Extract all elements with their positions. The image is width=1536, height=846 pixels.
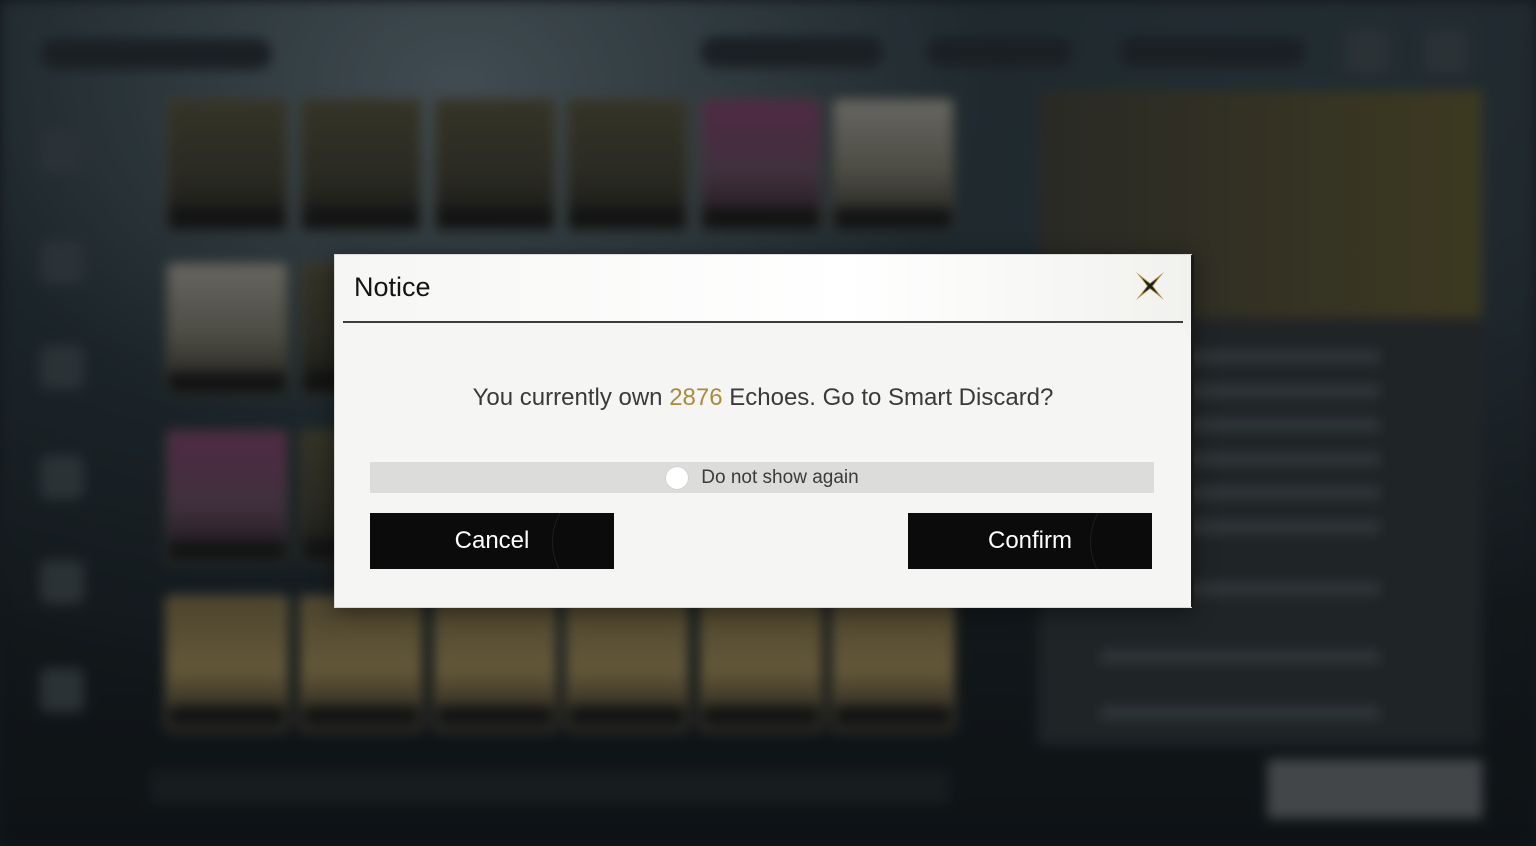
do-not-show-again-toggle[interactable]: Do not show again: [370, 462, 1154, 493]
dialog-header: Notice: [335, 255, 1191, 321]
dialog-body: You currently own 2876 Echoes. Go to Sma…: [335, 323, 1191, 607]
cancel-button[interactable]: Cancel: [370, 513, 614, 569]
button-decoration: [1090, 513, 1152, 569]
do-not-show-again-label: Do not show again: [701, 466, 859, 488]
cancel-label: Cancel: [454, 527, 530, 554]
button-decoration: [552, 513, 614, 569]
message-prefix: You currently own: [472, 384, 670, 411]
echo-count: 2876: [669, 384, 723, 411]
dialog-edge: [1191, 255, 1194, 607]
confirm-button[interactable]: Confirm: [908, 513, 1152, 569]
dialog-message: You currently own 2876 Echoes. Go to Sma…: [335, 384, 1191, 412]
notice-dialog: Notice You currently own 2876 Echoes. Go…: [334, 254, 1194, 608]
radio-button[interactable]: [665, 465, 690, 490]
dialog-title: Notice: [354, 272, 431, 302]
close-icon: [1136, 272, 1164, 300]
confirm-label: Confirm: [987, 527, 1072, 554]
close-button[interactable]: [1127, 263, 1173, 309]
screen: Notice You currently own 2876 Echoes. Go…: [0, 0, 1536, 846]
message-suffix: Echoes. Go to Smart Discard?: [722, 384, 1054, 411]
